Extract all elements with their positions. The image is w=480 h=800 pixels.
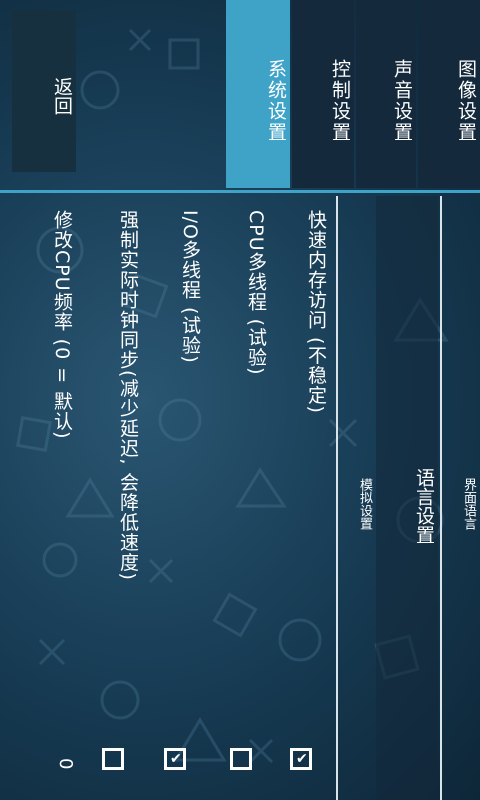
setting-fast-memory[interactable]: 快速内存访问 (不稳定) ✔ [272, 196, 330, 800]
tab-label: 系统设置 [265, 59, 287, 143]
setting-label: I/O多线程 (试验) [179, 210, 201, 364]
tab-graphics-settings[interactable]: 图像设置 [418, 0, 480, 188]
setting-label: 快速内存访问 (不稳定) [305, 210, 327, 414]
tab-label: 图像设置 [455, 59, 477, 143]
io-multithread-checkbox[interactable]: ✔ [164, 748, 186, 770]
setting-label: CPU多线程 (试验) [245, 210, 267, 376]
nav-emulation-settings[interactable]: 模拟设置 [342, 196, 374, 800]
back-button[interactable]: 返回 [12, 10, 76, 172]
nav-divider [440, 196, 442, 800]
fast-memory-checkbox[interactable]: ✔ [290, 748, 312, 770]
setting-cpu-clock[interactable]: 修改CPU频率 (0 = 默认) 0 [18, 196, 76, 800]
check-icon: ✔ [296, 751, 308, 767]
header-divider [0, 190, 480, 193]
cpu-clock-value: 0 [55, 758, 76, 770]
setting-force-realtime-clock[interactable]: 强制实际时钟同步(减少延迟, 会降低速度) [84, 196, 142, 800]
back-button-label: 返回 [51, 77, 73, 115]
tab-control-settings[interactable]: 控制设置 [292, 0, 354, 188]
setting-label: 强制实际时钟同步(减少延迟, 会降低速度) [117, 210, 139, 581]
cpu-multithread-checkbox[interactable] [230, 748, 252, 770]
nav-language-settings-label: 语言设置 [413, 468, 435, 544]
tab-label: 控制设置 [329, 59, 351, 143]
nav-emulation-settings-label: 模拟设置 [357, 478, 372, 530]
check-icon: ✔ [170, 751, 182, 767]
content-divider [336, 196, 338, 800]
tab-label: 声音设置 [391, 59, 413, 143]
setting-io-multithread[interactable]: I/O多线程 (试验) ✔ [146, 196, 204, 800]
nav-ui-language[interactable]: 界面语言 [444, 196, 478, 800]
tab-audio-settings[interactable]: 声音设置 [356, 0, 416, 188]
category-tabs: 图像设置 声音设置 控制设置 系统设置 返回 [0, 0, 480, 188]
force-realtime-clock-checkbox[interactable] [102, 748, 124, 770]
nav-ui-language-label: 界面语言 [461, 478, 476, 530]
tab-system-settings[interactable]: 系统设置 [226, 0, 290, 188]
setting-label: 修改CPU频率 (0 = 默认) [51, 210, 73, 440]
setting-cpu-multithread[interactable]: CPU多线程 (试验) [212, 196, 270, 800]
nav-language-settings[interactable]: 语言设置 [376, 196, 438, 800]
